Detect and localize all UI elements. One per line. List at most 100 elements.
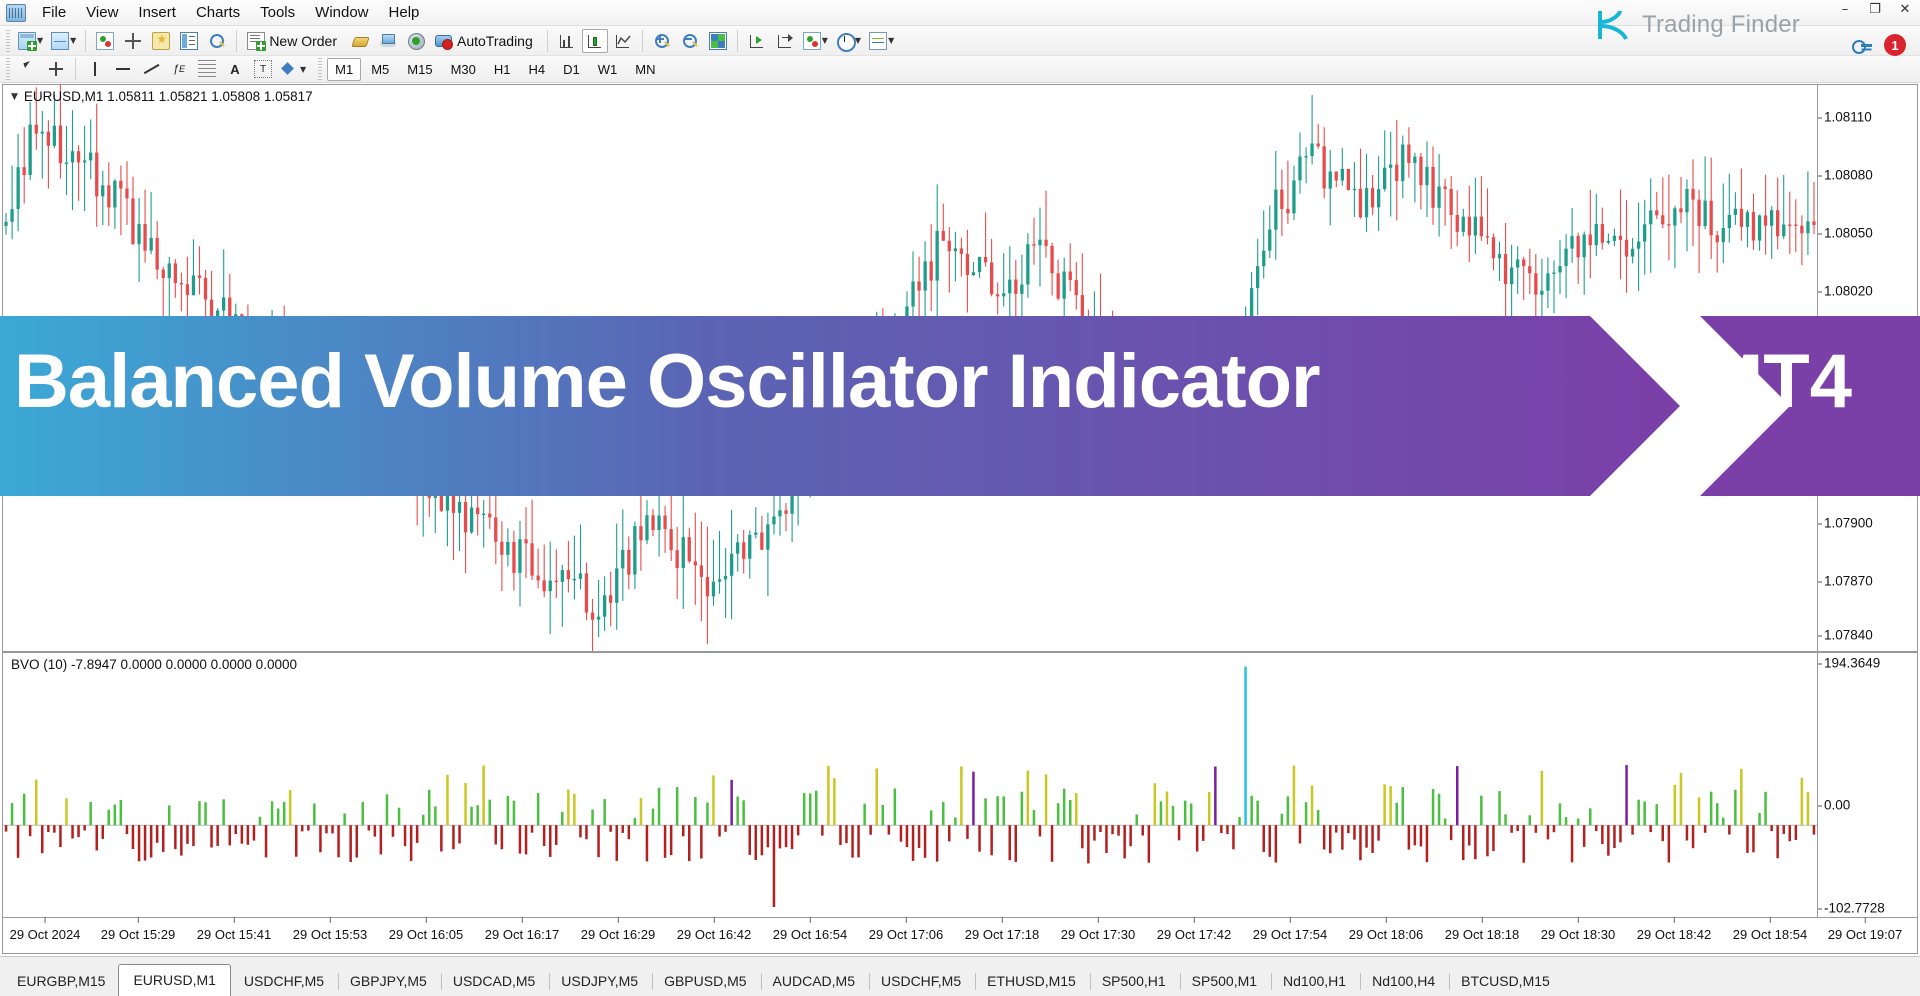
toolbar-grip[interactable]: [6, 58, 10, 80]
time-tick: 29 Oct 15:41: [196, 917, 272, 942]
timeframe-m30[interactable]: M30: [443, 58, 484, 81]
shapes-tool[interactable]: ▼: [278, 57, 309, 81]
price-plot[interactable]: [3, 85, 1817, 651]
toolbar-grip[interactable]: [6, 29, 10, 52]
toolbar-grip[interactable]: [318, 58, 323, 80]
toolbar-separator: [75, 58, 76, 80]
zoom-in-button[interactable]: [649, 29, 675, 53]
menu-item-file[interactable]: File: [32, 2, 76, 24]
fibonacci-tool[interactable]: ƒE: [166, 57, 192, 81]
indicator-pane[interactable]: BVO (10) -7.8947 0.0000 0.0000 0.0000 0.…: [3, 653, 1917, 917]
favorites-button[interactable]: [148, 29, 174, 53]
indicator-list-button[interactable]: ▼: [800, 29, 831, 53]
bar-chart-icon: [558, 32, 576, 50]
candlestick-chart-button[interactable]: [581, 28, 608, 53]
chevron-down-icon: ▼: [37, 36, 44, 45]
cursor-tool[interactable]: [15, 57, 41, 81]
chevron-down-icon: ▼: [300, 64, 307, 74]
close-button[interactable]: ✕: [1890, 0, 1920, 20]
chart-tab-eurusd-m1[interactable]: EURUSD,M1: [118, 964, 231, 996]
autotrading-button[interactable]: AutoTrading: [431, 29, 541, 53]
time-axis[interactable]: 29 Oct 2024 29 Oct 15:29 29 Oct 15:41 29…: [3, 917, 1917, 953]
grid-icon: [708, 31, 727, 50]
price-axis[interactable]: 1.08110 1.08080 1.08050 1.08020 1.07990 …: [1817, 85, 1917, 651]
new-order-button[interactable]: New Order: [243, 29, 345, 53]
market-button[interactable]: [403, 29, 429, 53]
strategy-tester-button[interactable]: [204, 29, 230, 53]
timeframe-w1[interactable]: W1: [590, 58, 626, 81]
bar-chart-button[interactable]: [554, 29, 580, 53]
chart-tab-usdjpy-m5[interactable]: USDJPY,M5: [548, 966, 651, 996]
data-window-button[interactable]: [176, 29, 202, 53]
maximize-button[interactable]: ❐: [1860, 0, 1890, 20]
timeframe-m5[interactable]: M5: [363, 58, 397, 81]
time-tick: 29 Oct 15:53: [292, 917, 368, 942]
menu-item-view[interactable]: View: [76, 2, 128, 24]
chart-tab-ethusd-m15[interactable]: ETHUSD,M15: [974, 966, 1089, 996]
new-chart-button[interactable]: ▼: [15, 29, 46, 53]
indicator-plot[interactable]: [3, 653, 1817, 917]
time-tick: 29 Oct 16:42: [676, 917, 752, 942]
auto-scroll-button[interactable]: [744, 29, 770, 53]
indicators-button[interactable]: [92, 29, 118, 53]
price-tick: 1.07990: [1818, 341, 1873, 357]
timeframe-mn[interactable]: MN: [627, 58, 663, 81]
timeframe-h4[interactable]: H4: [521, 58, 554, 81]
chart-tab-usdcad-m5[interactable]: USDCAD,M5: [440, 966, 548, 996]
notification-badge[interactable]: 1: [1884, 34, 1906, 56]
chart-tab-audcad-m5[interactable]: AUDCAD,M5: [760, 966, 868, 996]
horizontal-line-tool[interactable]: [110, 57, 136, 81]
text-label-tool[interactable]: T: [250, 57, 276, 81]
chart-tab-usdchf-m5[interactable]: USDCHF,M5: [231, 966, 337, 996]
horizontal-line-icon: [114, 60, 132, 78]
channel-tool[interactable]: [194, 57, 220, 81]
menu-item-tools[interactable]: Tools: [250, 2, 305, 24]
menu-item-charts[interactable]: Charts: [186, 2, 250, 24]
minimize-button[interactable]: –: [1830, 0, 1860, 20]
indicator-axis[interactable]: 194.3649 0.00 -102.7728: [1817, 653, 1917, 917]
vertical-line-tool[interactable]: [82, 57, 108, 81]
chart-tab-nd100-h4[interactable]: Nd100,H4: [1359, 966, 1448, 996]
zoom-out-button[interactable]: [677, 29, 703, 53]
tile-windows-button[interactable]: [705, 29, 731, 53]
timeframe-d1[interactable]: D1: [555, 58, 588, 81]
chart-tab-eurgbp-m15[interactable]: EURGBP,M15: [4, 966, 118, 996]
chart-container[interactable]: ▼ EURUSD,M1 1.05811 1.05821 1.05808 1.05…: [2, 84, 1918, 954]
drawing-toolbar: ƒE A T ▼ M1 M5 M15 M30 H1 H4 D1 W1 MN: [0, 56, 1920, 83]
time-tick: 29 Oct 17:30: [1060, 917, 1136, 942]
chart-tab-gbpusd-m5[interactable]: GBPUSD,M5: [651, 966, 759, 996]
text-label-icon: T: [254, 60, 272, 78]
price-tick: 1.07840: [1818, 627, 1873, 643]
collapse-icon[interactable]: ▼: [11, 92, 18, 102]
menu-item-window[interactable]: Window: [305, 2, 378, 24]
metaeditor-button[interactable]: [347, 29, 373, 53]
chart-tab-sp500-h1[interactable]: SP500,H1: [1089, 966, 1179, 996]
menu-item-insert[interactable]: Insert: [128, 2, 186, 24]
crosshair-tool[interactable]: [43, 57, 69, 81]
chart-shift-button[interactable]: [772, 29, 798, 53]
line-chart-button[interactable]: [610, 29, 636, 53]
toolbar-separator: [641, 29, 643, 52]
templates-button[interactable]: ▼: [866, 29, 897, 53]
toolbar-separator: [236, 29, 238, 52]
chart-tab-btcusd-m15[interactable]: BTCUSD,M15: [1448, 966, 1563, 996]
auto-scroll-icon: [748, 32, 766, 50]
time-tick: 29 Oct 18:06: [1348, 917, 1424, 942]
terminal-button[interactable]: [375, 29, 401, 53]
price-pane[interactable]: ▼ EURUSD,M1 1.05811 1.05821 1.05808 1.05…: [3, 85, 1917, 651]
profiles-button[interactable]: ▼: [48, 29, 79, 53]
timeframe-m15[interactable]: M15: [399, 58, 440, 81]
period-button[interactable]: ▼: [833, 29, 864, 53]
chart-tab-nd100-h1[interactable]: Nd100,H1: [1270, 966, 1359, 996]
crosshair-button[interactable]: [120, 29, 146, 53]
chart-tab-sp500-m1[interactable]: SP500,M1: [1179, 966, 1270, 996]
chart-tab-gbpjpy-m5[interactable]: GBPJPY,M5: [337, 966, 440, 996]
time-tick: 29 Oct 18:54: [1732, 917, 1808, 942]
text-tool[interactable]: A: [222, 57, 248, 81]
chart-tab-usdchf-m5-2[interactable]: USDCHF,M5: [868, 966, 974, 996]
trendline-tool[interactable]: [138, 57, 164, 81]
key-icon[interactable]: [1852, 35, 1872, 55]
timeframe-m1[interactable]: M1: [327, 57, 362, 81]
menu-item-help[interactable]: Help: [379, 2, 430, 24]
timeframe-h1[interactable]: H1: [486, 58, 519, 81]
